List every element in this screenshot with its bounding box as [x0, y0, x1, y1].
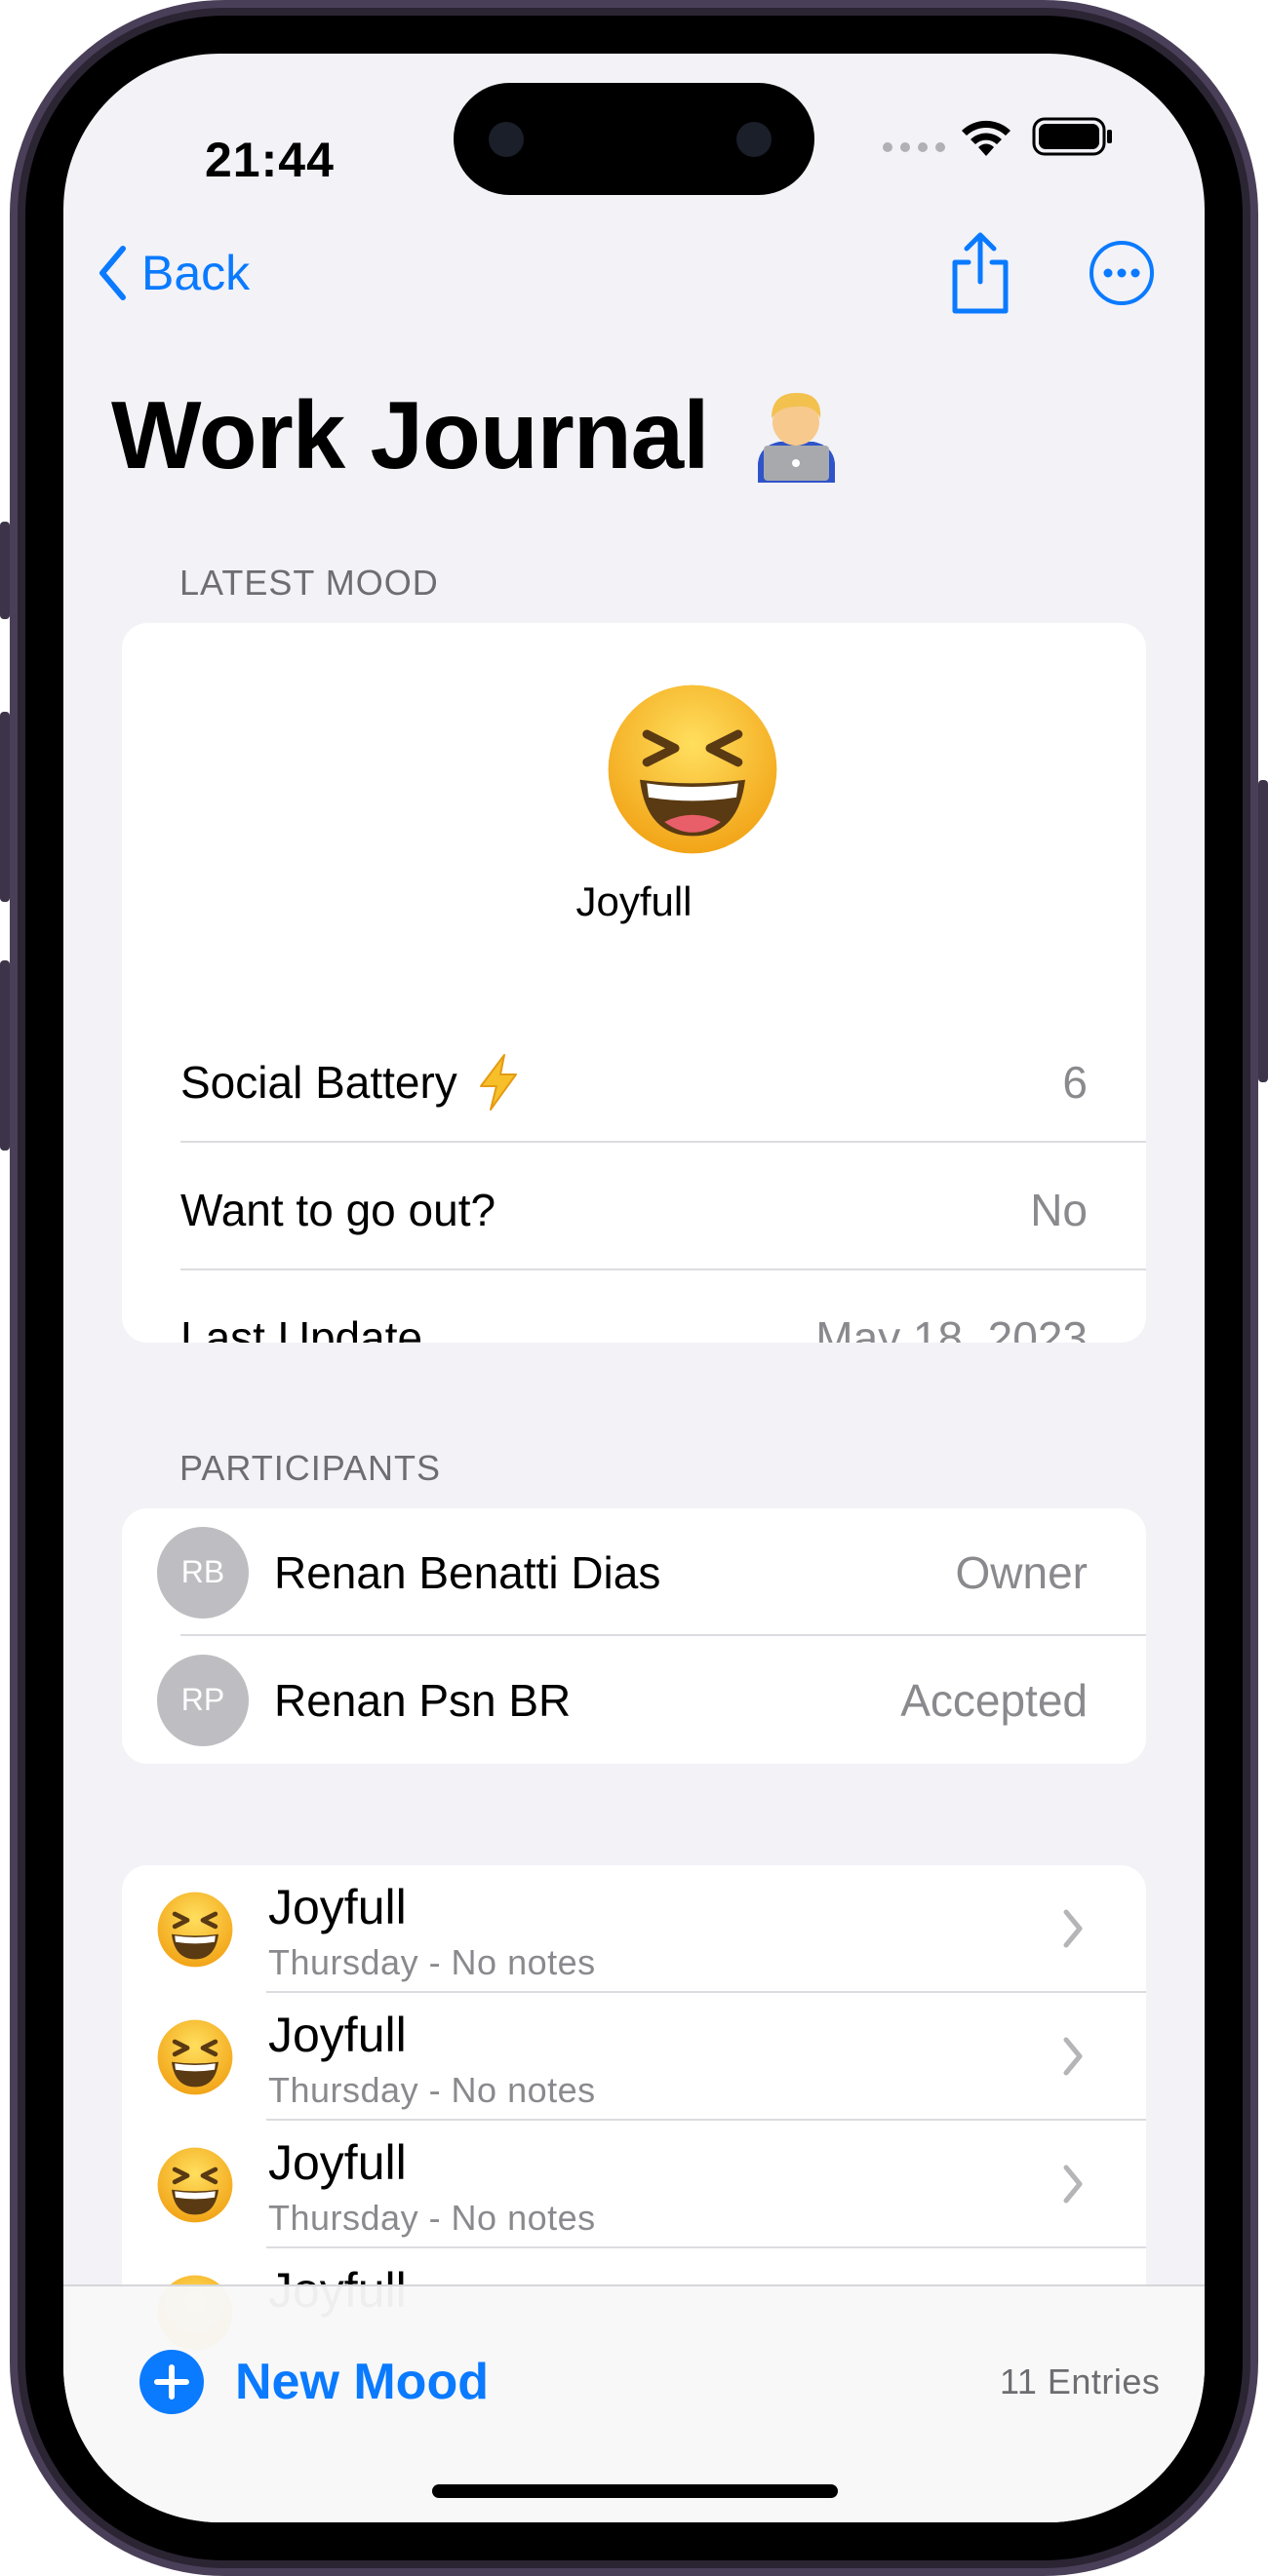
status-time: 21:44 [205, 133, 335, 187]
lightning-icon [479, 1053, 517, 1111]
joyful-face-emoji-icon [157, 2019, 233, 2095]
back-button[interactable]: Back [83, 239, 250, 307]
dynamic-island [454, 83, 814, 195]
entry-title: Joyfull [268, 2008, 407, 2062]
participant-status: Owner [955, 1546, 1088, 1598]
back-label: Back [141, 246, 251, 300]
participants-header: PARTICIPANTS [179, 1448, 442, 1488]
latest-mood-card: Joyfull Social Battery 6 Want to go out?… [122, 623, 1146, 1343]
participant-name: Renan Benatti Dias [274, 1546, 661, 1598]
list-item[interactable]: Joyfull Thursday - No notes [122, 1865, 1146, 1993]
chevron-right-icon [1063, 1909, 1083, 1948]
want-to-go-out-row: Want to go out? No [180, 1146, 1146, 1273]
entry-subtitle: Thursday - No notes [268, 1942, 596, 1982]
page-title: Work Journal [111, 381, 709, 488]
silent-switch [0, 522, 10, 619]
want-to-go-out-value: No [1030, 1184, 1088, 1235]
social-battery-value: 6 [1062, 1056, 1088, 1108]
power-button [1258, 780, 1268, 1082]
front-camera-icon [489, 122, 524, 157]
entry-subtitle: Thursday - No notes [268, 2198, 596, 2238]
joyful-face-emoji-icon [157, 2147, 233, 2223]
latest-mood-label: Joyfull [575, 878, 693, 924]
last-update-row: Last Update May 18, 2023 [180, 1273, 1146, 1344]
social-battery-row: Social Battery 6 [180, 1018, 1146, 1146]
entry-title: Joyfull [268, 1880, 407, 1934]
social-battery-label: Social Battery [180, 1056, 457, 1108]
want-to-go-out-label: Want to go out? [180, 1184, 496, 1235]
participant-row[interactable]: RB Renan Benatti Dias Owner [157, 1508, 1146, 1636]
divider [180, 1141, 1146, 1143]
last-update-value: May 18, 2023 [815, 1311, 1088, 1344]
bottom-toolbar: New Mood 11 Entries [63, 2284, 1205, 2522]
plus-icon[interactable] [139, 2350, 204, 2414]
home-indicator[interactable] [432, 2484, 838, 2498]
last-update-label: Last Update [180, 1311, 423, 1344]
sensor-icon [736, 122, 772, 157]
list-item[interactable]: Joyfull Thursday - No notes [122, 1993, 1146, 2121]
screen: 21:44 Back Work Journal LATEST MOOD Joyf… [63, 54, 1205, 2522]
battery-icon [1032, 117, 1112, 156]
chevron-right-icon [1063, 2037, 1083, 2076]
participants-card: RB Renan Benatti Dias Owner RP Renan Psn… [122, 1508, 1146, 1764]
chevron-right-icon [1063, 2165, 1083, 2204]
participant-row[interactable]: RP Renan Psn BR Accepted [157, 1636, 1146, 1764]
wifi-icon [962, 120, 1010, 156]
entry-title: Joyfull [268, 2135, 407, 2190]
divider [180, 1268, 1146, 1270]
share-icon[interactable] [941, 229, 1019, 317]
volume-up-button [0, 712, 10, 902]
participant-status: Accepted [900, 1674, 1088, 1726]
entries-count: 11 Entries [1000, 2361, 1161, 2401]
avatar: RB [157, 1526, 249, 1619]
entry-subtitle: Thursday - No notes [268, 2070, 596, 2110]
volume-down-button [0, 960, 10, 1151]
more-options-icon[interactable] [1088, 239, 1156, 307]
chevron-left-icon [83, 239, 141, 307]
technologist-emoji-icon [758, 393, 835, 483]
latest-mood-header: LATEST MOOD [179, 563, 439, 603]
cellular-signal-icon [883, 142, 945, 152]
list-item[interactable]: Joyfull Thursday - No notes [122, 2121, 1146, 2248]
new-mood-button[interactable]: New Mood [235, 2353, 489, 2411]
participant-name: Renan Psn BR [274, 1674, 572, 1726]
joyful-face-emoji-icon [157, 1892, 233, 1968]
avatar: RP [157, 1654, 249, 1746]
joyful-face-emoji-icon [608, 684, 777, 854]
